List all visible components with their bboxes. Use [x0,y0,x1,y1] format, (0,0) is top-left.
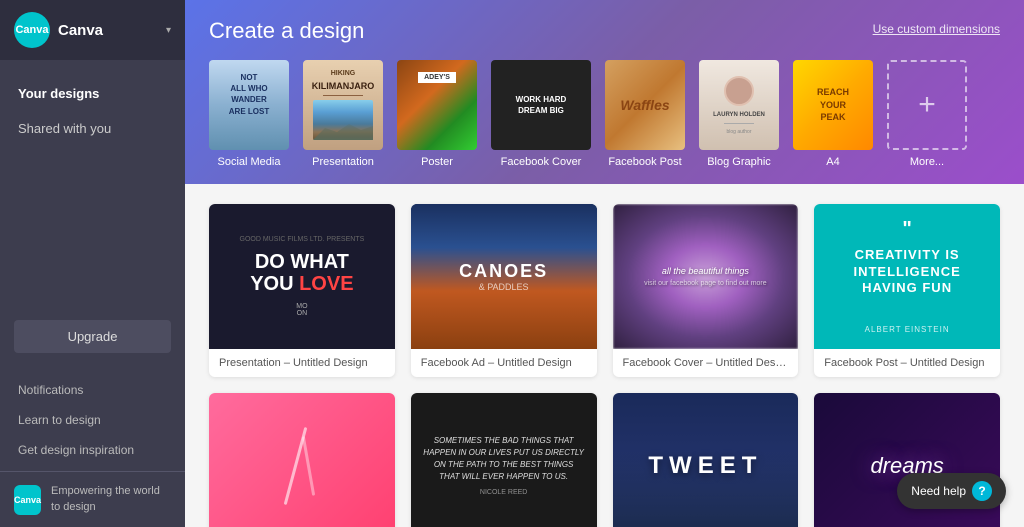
facebook-cover-label: Facebook Cover [501,156,582,168]
social-media-thumb: NOTALL WHOWANDERARE LOST [209,60,289,150]
sidebar-chevron-icon: ▾ [166,25,171,36]
upgrade-button[interactable]: Upgrade [14,320,171,353]
a4-label: A4 [826,156,839,168]
design-card-pink[interactable] [209,393,395,527]
design-type-social-media[interactable]: NOTALL WHOWANDERARE LOST Social Media [209,60,289,168]
blog-graphic-thumb: LAURYN HOLDEN blog author [699,60,779,150]
design-type-more[interactable]: + More... [887,60,967,168]
design-card-dark-quote-thumb: SOMETIMES THE BAD THINGS THAT HAPPEN IN … [411,393,597,527]
design-type-presentation[interactable]: HIKING KILIMANJARO Presentation [303,60,383,168]
sidebar-item-shared-with-you[interactable]: Shared with you [0,111,185,146]
presentation-label: Presentation [312,156,374,168]
sidebar-header[interactable]: Canva Canva ▾ [0,0,185,60]
design-types-row: NOTALL WHOWANDERARE LOST Social Media HI… [209,60,1000,168]
sidebar-links: Notifications Learn to design Get design… [0,369,185,471]
more-thumb: + [887,60,967,150]
sidebar: Canva Canva ▾ Your designs Shared with y… [0,0,185,527]
social-media-label: Social Media [218,156,281,168]
design-card-presentation-label: Presentation – Untitled Design [209,349,395,377]
designs-area: GOOD MUSIC FILMS LTD. PRESENTS DO WHATYO… [185,184,1024,527]
canva-logo-icon: Canva [14,12,50,48]
sidebar-item-get-design-inspiration[interactable]: Get design inspiration [0,435,185,465]
sidebar-nav: Your designs Shared with you [0,60,185,190]
facebook-post-thumb: Waffles [605,60,685,150]
design-type-poster[interactable]: ADEY'S Poster [397,60,477,168]
sidebar-item-learn-to-design[interactable]: Learn to design [0,405,185,435]
design-card-pink-thumb [209,393,395,527]
design-card-tweet-thumb: TWEET [613,393,799,527]
poster-thumb: ADEY'S [397,60,477,150]
design-card-tweet[interactable]: TWEET [613,393,799,527]
a4-thumb: REACHYOURPEAK [793,60,873,150]
design-type-a4[interactable]: REACHYOURPEAK A4 [793,60,873,168]
design-card-facebook-cover-label: Facebook Cover – Untitled Design [613,349,799,377]
footer-tagline: Empowering the world to design [51,484,171,515]
design-type-facebook-post[interactable]: Waffles Facebook Post [605,60,685,168]
custom-dimensions-link[interactable]: Use custom dimensions [873,22,1000,36]
more-label: More... [910,156,944,168]
design-card-presentation[interactable]: GOOD MUSIC FILMS LTD. PRESENTS DO WHATYO… [209,204,395,377]
presentation-thumb: HIKING KILIMANJARO [303,60,383,150]
design-card-facebook-ad[interactable]: CANOES & PADDLES Facebook Ad – Untitled … [411,204,597,377]
poster-label: Poster [421,156,453,168]
facebook-cover-thumb: WORK HARDDREAM BIG [491,60,591,150]
sidebar-upgrade-section: Upgrade [14,320,171,353]
design-card-facebook-ad-label: Facebook Ad – Untitled Design [411,349,597,377]
help-icon: ? [972,481,992,501]
facebook-post-label: Facebook Post [608,156,681,168]
design-card-facebook-ad-thumb: CANOES & PADDLES [411,204,597,349]
design-card-facebook-post-teal[interactable]: " CREATIVITY ISINTELLIGENCEHAVING FUN AL… [814,204,1000,377]
footer-canva-logo-icon: Canva [14,485,41,515]
design-card-dark-quote[interactable]: SOMETIMES THE BAD THINGS THAT HAPPEN IN … [411,393,597,527]
sidebar-item-your-designs[interactable]: Your designs [0,76,185,111]
need-help-label: Need help [911,484,966,498]
main-content: Create a design Use custom dimensions NO… [185,0,1024,527]
design-card-facebook-cover[interactable]: all the beautiful things visit our faceb… [613,204,799,377]
design-card-presentation-thumb: GOOD MUSIC FILMS LTD. PRESENTS DO WHATYO… [209,204,395,349]
blog-graphic-label: Blog Graphic [707,156,771,168]
designs-grid: GOOD MUSIC FILMS LTD. PRESENTS DO WHATYO… [209,204,1000,527]
design-type-facebook-cover[interactable]: WORK HARDDREAM BIG Facebook Cover [491,60,591,168]
need-help-button[interactable]: Need help ? [897,473,1006,509]
design-card-facebook-post-teal-label: Facebook Post – Untitled Design [814,349,1000,377]
sidebar-brand-name: Canva [58,22,158,39]
design-card-facebook-post-teal-thumb: " CREATIVITY ISINTELLIGENCEHAVING FUN AL… [814,204,1000,349]
design-card-facebook-cover-thumb: all the beautiful things visit our faceb… [613,204,799,349]
design-header: Create a design Use custom dimensions NO… [185,0,1024,184]
design-type-blog-graphic[interactable]: LAURYN HOLDEN blog author Blog Graphic [699,60,779,168]
sidebar-footer: Canva Empowering the world to design [0,471,185,527]
sidebar-item-notifications[interactable]: Notifications [0,375,185,405]
